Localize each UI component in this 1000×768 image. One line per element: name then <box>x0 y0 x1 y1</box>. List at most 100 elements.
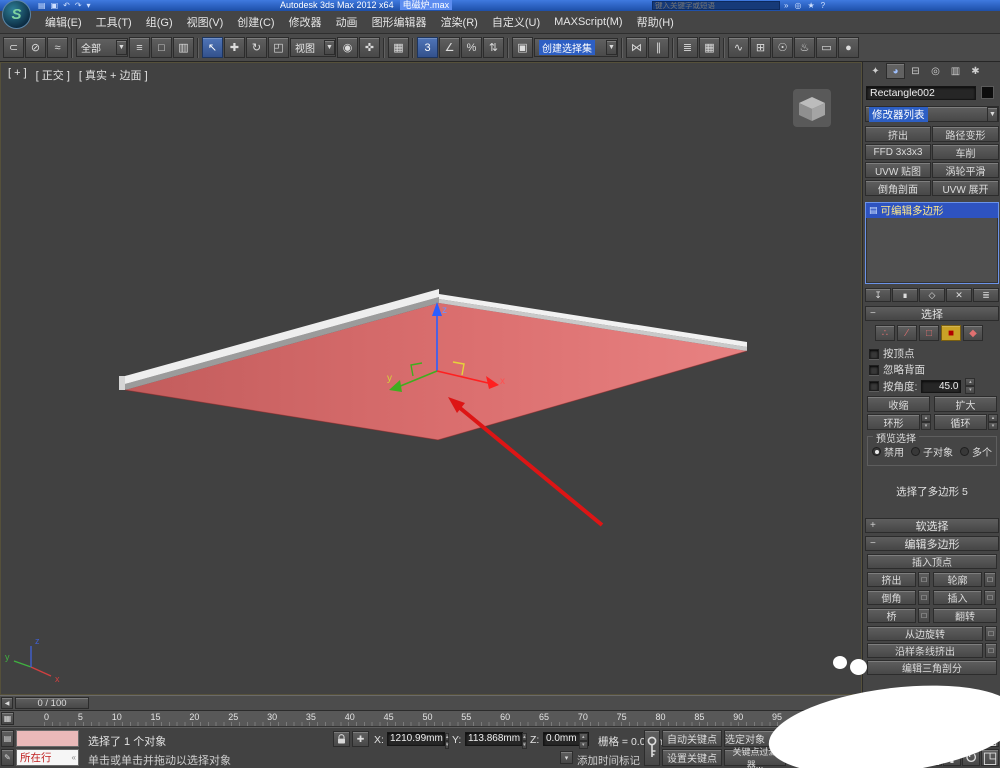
select-by-name-icon[interactable]: ≡ <box>129 37 150 58</box>
preview-multi-radio[interactable] <box>960 447 969 456</box>
time-slider-handle[interactable]: 0 / 100 <box>15 697 89 709</box>
material-editor-icon[interactable]: ☉ <box>772 37 793 58</box>
spinner-up-icon[interactable]: ▴ <box>921 414 931 422</box>
preview-disable-radio[interactable] <box>872 447 881 456</box>
modifier-btn-uvwmap[interactable]: UVW 贴图 <box>865 162 931 178</box>
track-bar[interactable]: ▦ 0 5 10 15 20 25 30 35 40 45 50 55 60 6… <box>0 711 862 727</box>
menu-maxscript[interactable]: MAXScript(M) <box>547 16 629 28</box>
reference-coordinate-dropdown[interactable]: 视图 ▼ <box>290 38 336 57</box>
tab-modify[interactable]: ◕ <box>886 63 905 79</box>
viewcube[interactable] <box>793 89 831 127</box>
modifier-list-dropdown[interactable]: 修改器列表 ▼ <box>865 106 999 122</box>
time-slider[interactable]: ◀ 0 / 100 ▶ <box>0 695 862 711</box>
extrude-along-spline-button[interactable]: 沿样条线挤出 <box>867 643 983 658</box>
bind-to-space-warp-icon[interactable]: ≈ <box>47 37 68 58</box>
menu-modifiers[interactable]: 修改器 <box>282 14 329 30</box>
named-selection-set-field[interactable]: 创建选择集 ▼ <box>534 38 618 57</box>
macro-recorder-field[interactable] <box>16 730 79 747</box>
graphite-modeling-icon[interactable]: ▦ <box>699 37 720 58</box>
bevel-settings-icon[interactable]: □ <box>918 590 930 605</box>
snap-toggle-3d-icon[interactable]: 3 <box>417 37 438 58</box>
y-spinner[interactable]: ▴▾ <box>522 733 527 745</box>
menu-group[interactable]: 组(G) <box>139 14 180 30</box>
by-vertex-checkbox-row[interactable]: 按顶点 <box>869 346 915 361</box>
spinner-down-icon[interactable]: ▾ <box>522 741 527 749</box>
spinner-snap-icon[interactable]: ⇅ <box>483 37 504 58</box>
time-tag-icon[interactable]: ▾ <box>560 751 573 764</box>
edit-triangulation-button[interactable]: 编辑三角剖分 <box>867 660 997 675</box>
menu-help[interactable]: 帮助(H) <box>630 14 681 30</box>
extrude-settings-icon[interactable]: □ <box>918 572 930 587</box>
by-angle-checkbox[interactable] <box>869 381 879 391</box>
search-go-icon[interactable]: » <box>784 0 788 11</box>
loop-button[interactable]: 循环 <box>934 414 987 430</box>
spinner-down-icon[interactable]: ▾ <box>988 422 998 430</box>
modifier-btn-turbosmooth[interactable]: 涡轮平滑 <box>932 162 999 178</box>
make-unique-icon[interactable]: ◇ <box>919 288 945 302</box>
maximize-viewport-icon[interactable]: ◳ <box>981 749 999 766</box>
time-slider-prev-icon[interactable]: ◀ <box>1 697 13 709</box>
menu-customize[interactable]: 自定义(U) <box>485 14 547 30</box>
layer-manager-icon[interactable]: ≣ <box>677 37 698 58</box>
shrink-button[interactable]: 收缩 <box>867 396 930 412</box>
inset-settings-icon[interactable]: □ <box>984 590 996 605</box>
unlink-selection-icon[interactable]: ⊘ <box>25 37 46 58</box>
quick-access-arrow-icon[interactable]: ▾ <box>87 0 91 11</box>
favorites-icon[interactable]: ★ <box>807 0 814 11</box>
mini-listener-field[interactable]: 所在行 « <box>16 749 79 766</box>
extrude-button[interactable]: 挤出 <box>867 572 916 587</box>
spinner-down-icon[interactable]: ▾ <box>965 386 975 394</box>
outline-settings-icon[interactable]: □ <box>984 572 996 587</box>
selection-lock-icon[interactable] <box>333 731 350 747</box>
edit-named-selection-sets-icon[interactable]: ▣ <box>512 37 533 58</box>
ring-spinner[interactable]: ▴ ▾ <box>921 414 931 430</box>
tab-motion[interactable]: ◎ <box>926 63 945 79</box>
spinner-up-icon[interactable]: ▴ <box>522 733 527 741</box>
maxscript-listener-icon[interactable]: ▤ <box>1 730 14 747</box>
help-icon[interactable]: ? <box>821 0 825 11</box>
mini-curve-editor-icon[interactable]: ▦ <box>1 712 14 725</box>
spinner-up-icon[interactable]: ▴ <box>988 414 998 422</box>
percent-snap-icon[interactable]: % <box>461 37 482 58</box>
flip-button[interactable]: 翻转 <box>933 608 997 623</box>
remove-modifier-icon[interactable]: ✕ <box>946 288 972 302</box>
schematic-view-icon[interactable]: ⊞ <box>750 37 771 58</box>
menu-create[interactable]: 创建(C) <box>230 14 281 30</box>
by-angle-checkbox-row[interactable]: 按角度: 45.0 ▴ ▾ <box>869 378 975 394</box>
tab-display[interactable]: ▥ <box>946 63 965 79</box>
use-pivot-center-icon[interactable]: ◉ <box>337 37 358 58</box>
preview-multi-radio-row[interactable]: 多个 <box>960 444 992 459</box>
preview-disable-radio-row[interactable]: 禁用 <box>872 444 904 459</box>
object-color-swatch[interactable] <box>981 86 994 99</box>
angle-value-field[interactable]: 45.0 <box>921 380 961 393</box>
subobject-edge-icon[interactable]: ∕ <box>897 325 917 341</box>
spinner-down-icon[interactable]: ▾ <box>921 422 931 430</box>
modifier-btn-pathdeform[interactable]: 路径变形 <box>932 126 999 142</box>
select-and-link-icon[interactable]: ⊂ <box>3 37 24 58</box>
ignore-backfacing-checkbox[interactable] <box>869 365 879 375</box>
subobject-border-icon[interactable]: □ <box>919 325 939 341</box>
curve-editor-icon[interactable]: ∿ <box>728 37 749 58</box>
rectangular-selection-region-icon[interactable]: □ <box>151 37 172 58</box>
mirror-icon[interactable]: ⋈ <box>626 37 647 58</box>
angle-spinner[interactable]: ▴ ▾ <box>965 378 975 394</box>
rendered-frame-window-icon[interactable]: ▭ <box>816 37 837 58</box>
select-and-scale-icon[interactable]: ◰ <box>268 37 289 58</box>
absolute-offset-toggle-icon[interactable]: ✚ <box>352 731 369 747</box>
bridge-settings-icon[interactable]: □ <box>918 608 930 623</box>
infocenter-search[interactable] <box>652 1 780 10</box>
grow-button[interactable]: 扩大 <box>934 396 997 412</box>
render-setup-icon[interactable]: ♨ <box>794 37 815 58</box>
menu-views[interactable]: 视图(V) <box>180 14 231 30</box>
x-coordinate-field[interactable]: 1210.99mm ▴▾ <box>387 732 445 746</box>
add-time-tag[interactable]: 添加时间标记 <box>577 753 640 768</box>
menu-edit[interactable]: 编辑(E) <box>38 14 89 30</box>
menu-rendering[interactable]: 渲染(R) <box>434 14 485 30</box>
tab-create[interactable]: ✦ <box>866 63 885 79</box>
z-spinner[interactable]: ▴▾ <box>579 733 588 745</box>
show-end-result-icon[interactable]: ∎ <box>892 288 918 302</box>
extrude-spline-settings-icon[interactable]: □ <box>985 643 997 658</box>
select-object-icon[interactable]: ↖ <box>202 37 223 58</box>
preview-subobject-radio-row[interactable]: 子对象 <box>911 444 953 459</box>
subobject-polygon-icon[interactable]: ■ <box>941 325 961 341</box>
